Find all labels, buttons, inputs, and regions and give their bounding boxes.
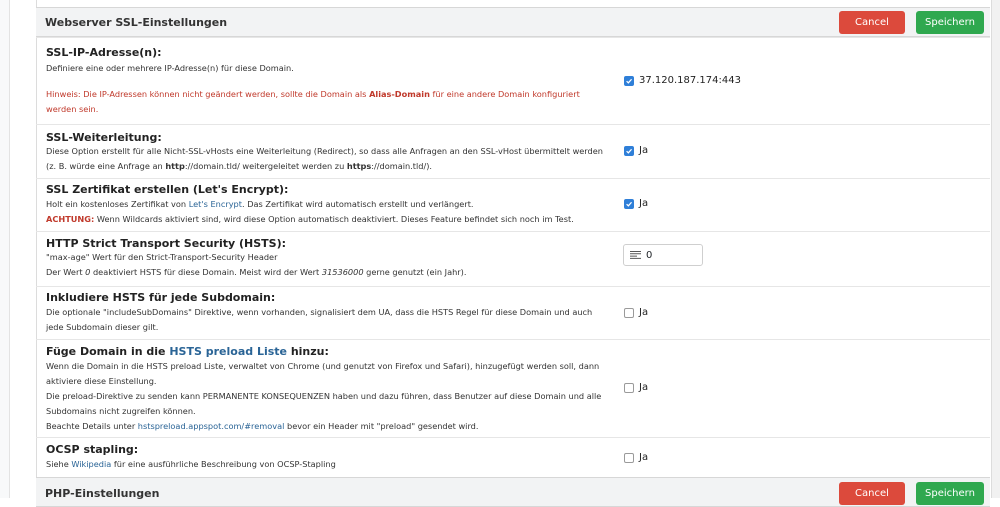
ssl-redirect-value: Ja xyxy=(639,145,649,156)
ssl-redirect-label: SSL-Weiterleitung: xyxy=(46,131,162,144)
ocsp-row: OCSP stapling: Siehe Wikipedia für eine … xyxy=(36,437,990,477)
hsts-subdomain-description: Die optionale "includeSubDomains" Direkt… xyxy=(46,307,593,332)
letsencrypt-description: Holt ein kostenloses Zertifikat von Let'… xyxy=(46,199,574,224)
left-sidebar-strip xyxy=(0,0,9,498)
wikipedia-link[interactable]: Wikipedia xyxy=(71,459,111,469)
letsencrypt-checkbox[interactable]: Ja xyxy=(624,198,648,209)
php-section-header: PHP-Einstellungen Cancel Speichern xyxy=(36,477,990,507)
right-scroll-strip xyxy=(992,0,1000,498)
check-icon xyxy=(624,198,634,209)
ssl-ip-description: Definiere eine oder mehrere IP-Adresse(n… xyxy=(46,61,606,117)
ssl-redirect-description: Diese Option erstellt für alle Nicht-SSL… xyxy=(46,146,603,171)
ssl-ip-row: SSL-IP-Adresse(n): Definiere eine oder m… xyxy=(36,37,990,124)
cancel-button[interactable]: Cancel xyxy=(839,11,905,34)
ssl-ip-hint: Hinweis: Die IP-Adressen können nicht ge… xyxy=(46,89,580,114)
hsts-subdomain-value: Ja xyxy=(639,307,649,318)
hsts-subdomain-checkbox[interactable]: Ja xyxy=(624,307,648,318)
ocsp-value: Ja xyxy=(639,452,649,463)
php-section-title: PHP-Einstellungen xyxy=(45,487,160,500)
ssl-section-header: Webserver SSL-Einstellungen Cancel Speic… xyxy=(36,7,990,37)
letsencrypt-value: Ja xyxy=(639,198,649,209)
ssl-redirect-row: SSL-Weiterleitung: Diese Option erstellt… xyxy=(36,124,990,178)
hsts-max-age-input[interactable]: 0 xyxy=(623,244,703,266)
hstspreload-removal-link[interactable]: hstspreload.appspot.com/#removal xyxy=(138,421,285,431)
ocsp-description: Siehe Wikipedia für eine ausführliche Be… xyxy=(46,459,336,469)
hsts-label: HTTP Strict Transport Security (HSTS): xyxy=(46,237,287,250)
php-save-button[interactable]: Speichern xyxy=(916,482,984,505)
letsencrypt-row: SSL Zertifikat erstellen (Let's Encrypt)… xyxy=(36,178,990,231)
hsts-subdomain-row: Inkludiere HSTS für jede Subdomain: Die … xyxy=(36,286,990,339)
hsts-max-age-value: 0 xyxy=(646,249,653,261)
ssl-ip-checkbox[interactable]: 37.120.187.174:443 xyxy=(624,75,741,86)
ocsp-checkbox[interactable]: Ja xyxy=(624,452,648,463)
lines-icon xyxy=(630,251,641,259)
left-divider xyxy=(9,0,10,498)
ocsp-label: OCSP stapling: xyxy=(46,443,139,456)
hsts-subdomain-label: Inkludiere HSTS für jede Subdomain: xyxy=(46,291,276,304)
hsts-preload-label: Füge Domain in die HSTS preload Liste hi… xyxy=(46,345,329,358)
hsts-preload-value: Ja xyxy=(639,382,649,393)
ssl-redirect-checkbox[interactable]: Ja xyxy=(624,145,648,156)
letsencrypt-link[interactable]: Let's Encrypt xyxy=(189,199,242,209)
php-cancel-button[interactable]: Cancel xyxy=(839,482,905,505)
letsencrypt-label: SSL Zertifikat erstellen (Let's Encrypt)… xyxy=(46,183,289,196)
hsts-preload-checkbox[interactable]: Ja xyxy=(624,382,648,393)
hsts-description: "max-age" Wert für den Strict-Transport-… xyxy=(46,252,467,277)
check-icon xyxy=(624,145,634,156)
save-button[interactable]: Speichern xyxy=(916,11,984,34)
ssl-ip-label: SSL-IP-Adresse(n): xyxy=(46,46,162,59)
hsts-row: HTTP Strict Transport Security (HSTS): "… xyxy=(36,231,990,286)
check-icon xyxy=(624,75,634,86)
hsts-preload-list-link[interactable]: HSTS preload Liste xyxy=(169,345,287,358)
hsts-preload-row: Füge Domain in die HSTS preload Liste hi… xyxy=(36,339,990,437)
hsts-preload-description: Wenn die Domain in die HSTS preload List… xyxy=(46,361,602,431)
ssl-ip-value: 37.120.187.174:443 xyxy=(639,75,741,86)
ssl-section-title: Webserver SSL-Einstellungen xyxy=(45,16,228,29)
